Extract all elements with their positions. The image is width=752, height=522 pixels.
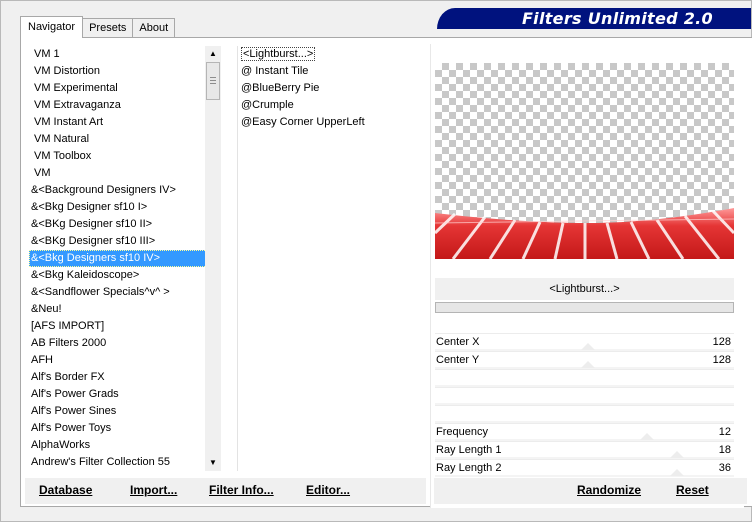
filter-item[interactable]: @Easy Corner UpperLeft [238, 114, 427, 131]
category-item[interactable]: &<BKg Designer sf10 II> [29, 216, 211, 233]
bottom-toolbar-left: Database Import... Filter Info... Editor… [25, 478, 426, 504]
title-banner: Filters Unlimited 2.0 [437, 8, 751, 29]
filter-item[interactable]: @BlueBerry Pie [238, 80, 427, 97]
lightburst-preview-graphic [435, 208, 734, 259]
slider-label: Ray Length 2 [436, 462, 502, 474]
scroll-thumb[interactable] [206, 62, 220, 100]
category-item[interactable]: VM Toolbox [29, 148, 211, 165]
category-item[interactable]: &<Bkg Kaleidoscope> [29, 267, 211, 284]
category-item[interactable]: Alf's Power Toys [29, 420, 211, 437]
slider-value: 12 [718, 426, 731, 438]
filter-item-label: @BlueBerry Pie [241, 82, 320, 94]
slider-label: Ray Length 1 [436, 444, 502, 456]
selected-filter-name: <Lightburst...> [435, 278, 734, 300]
filter-item[interactable]: <Lightburst...> [238, 46, 427, 63]
scroll-up-icon[interactable]: ▲ [205, 46, 221, 62]
category-item[interactable]: VM Distortion [29, 63, 211, 80]
banner-title: Filters Unlimited 2.0 [521, 9, 713, 28]
filter-item[interactable]: @Crumple [238, 97, 427, 114]
category-item[interactable]: VM Instant Art [29, 114, 211, 131]
category-item[interactable]: Alf's Power Sines [29, 403, 211, 420]
slider-thumb-icon[interactable] [670, 469, 684, 476]
parameter-slider[interactable]: Frequency 12 [435, 423, 734, 441]
progress-bar [435, 302, 734, 313]
filter-item-label: @Easy Corner UpperLeft [241, 116, 365, 128]
navigator-panel: VM 1 VM Distortion VM Experimental VM Extra… [20, 37, 752, 508]
filters-unlimited-window: Navigator Presets About Filters Unlimite… [0, 0, 752, 522]
parameter-slider-empty[interactable] [435, 405, 734, 423]
import-button[interactable]: Import... [130, 483, 177, 497]
category-list[interactable]: VM 1 VM Distortion VM Experimental VM Extra… [29, 46, 211, 471]
database-button[interactable]: Database [39, 483, 92, 497]
category-item[interactable]: &<Sandflower Specials^v^ > [29, 284, 211, 301]
category-item[interactable]: AlphaWorks [29, 437, 211, 454]
slider-thumb-icon[interactable] [640, 433, 654, 440]
parameter-slider[interactable]: Center Y 128 [435, 351, 734, 369]
parameter-slider-empty[interactable] [435, 369, 734, 387]
category-item[interactable]: AFH [29, 352, 211, 369]
category-scrollbar[interactable]: ▲ ▼ [205, 46, 221, 471]
category-item[interactable]: &<Bkg Designer sf10 I> [29, 199, 211, 216]
bottom-toolbar-right: Randomize Reset [434, 478, 747, 504]
tab-about[interactable]: About [132, 18, 176, 38]
filter-list[interactable]: <Lightburst...> @ Instant Tile @BlueBerry … [237, 46, 427, 471]
slider-label: Center Y [436, 354, 480, 366]
tab-bar: Navigator Presets About [20, 16, 176, 38]
tab-navigator[interactable]: Navigator [20, 16, 84, 38]
filter-item-label: <Lightburst...> [241, 47, 316, 61]
slider-value: 18 [718, 444, 731, 456]
filter-item-label: @ Instant Tile [241, 65, 309, 77]
parameter-sliders: Center X 128 Center Y 128 Frequency 12 Ray Len… [435, 333, 734, 477]
slider-thumb-icon[interactable] [581, 343, 595, 350]
category-item[interactable]: Alf's Border FX [29, 369, 211, 386]
filter-info-button[interactable]: Filter Info... [209, 483, 274, 497]
slider-track[interactable] [435, 475, 734, 477]
category-item[interactable]: VM Extravaganza [29, 97, 211, 114]
category-item[interactable]: VM Natural [29, 131, 211, 148]
category-item[interactable]: &<Bkg Designers sf10 IV> [29, 250, 211, 267]
category-item[interactable]: &<BKg Designer sf10 III> [29, 233, 211, 250]
preview-panel: <Lightburst...> Center X 128 Center Y 128 Fr… [430, 44, 744, 508]
filter-item-label: @Crumple [241, 99, 294, 111]
randomize-button[interactable]: Randomize [577, 483, 641, 497]
slider-value: 128 [712, 354, 731, 366]
filter-item[interactable]: @ Instant Tile [238, 63, 427, 80]
tab-presets[interactable]: Presets [82, 18, 134, 38]
parameter-slider[interactable]: Center X 128 [435, 333, 734, 351]
category-item[interactable]: AB Filters 2000 [29, 335, 211, 352]
parameter-slider-empty[interactable] [435, 387, 734, 405]
preview-image [435, 63, 734, 259]
category-item[interactable]: VM 1 [29, 46, 211, 63]
slider-thumb-icon[interactable] [670, 451, 684, 458]
slider-thumb-icon[interactable] [581, 361, 595, 368]
category-item[interactable]: &Neu! [29, 301, 211, 318]
parameter-slider[interactable]: Ray Length 1 18 [435, 441, 734, 459]
slider-value: 36 [718, 462, 731, 474]
category-item[interactable]: VM [29, 165, 211, 182]
slider-label: Frequency [436, 426, 488, 438]
category-item[interactable]: VM Experimental [29, 80, 211, 97]
reset-button[interactable]: Reset [676, 483, 709, 497]
slider-value: 128 [712, 336, 731, 348]
category-item[interactable]: [AFS IMPORT] [29, 318, 211, 335]
scroll-down-icon[interactable]: ▼ [205, 455, 221, 471]
category-item[interactable]: Alf's Power Grads [29, 386, 211, 403]
slider-label: Center X [436, 336, 480, 348]
editor-button[interactable]: Editor... [306, 483, 350, 497]
parameter-slider[interactable]: Ray Length 2 36 [435, 459, 734, 477]
category-item[interactable]: Andrew's Filter Collection 55 [29, 454, 211, 471]
category-item[interactable]: &<Background Designers IV> [29, 182, 211, 199]
